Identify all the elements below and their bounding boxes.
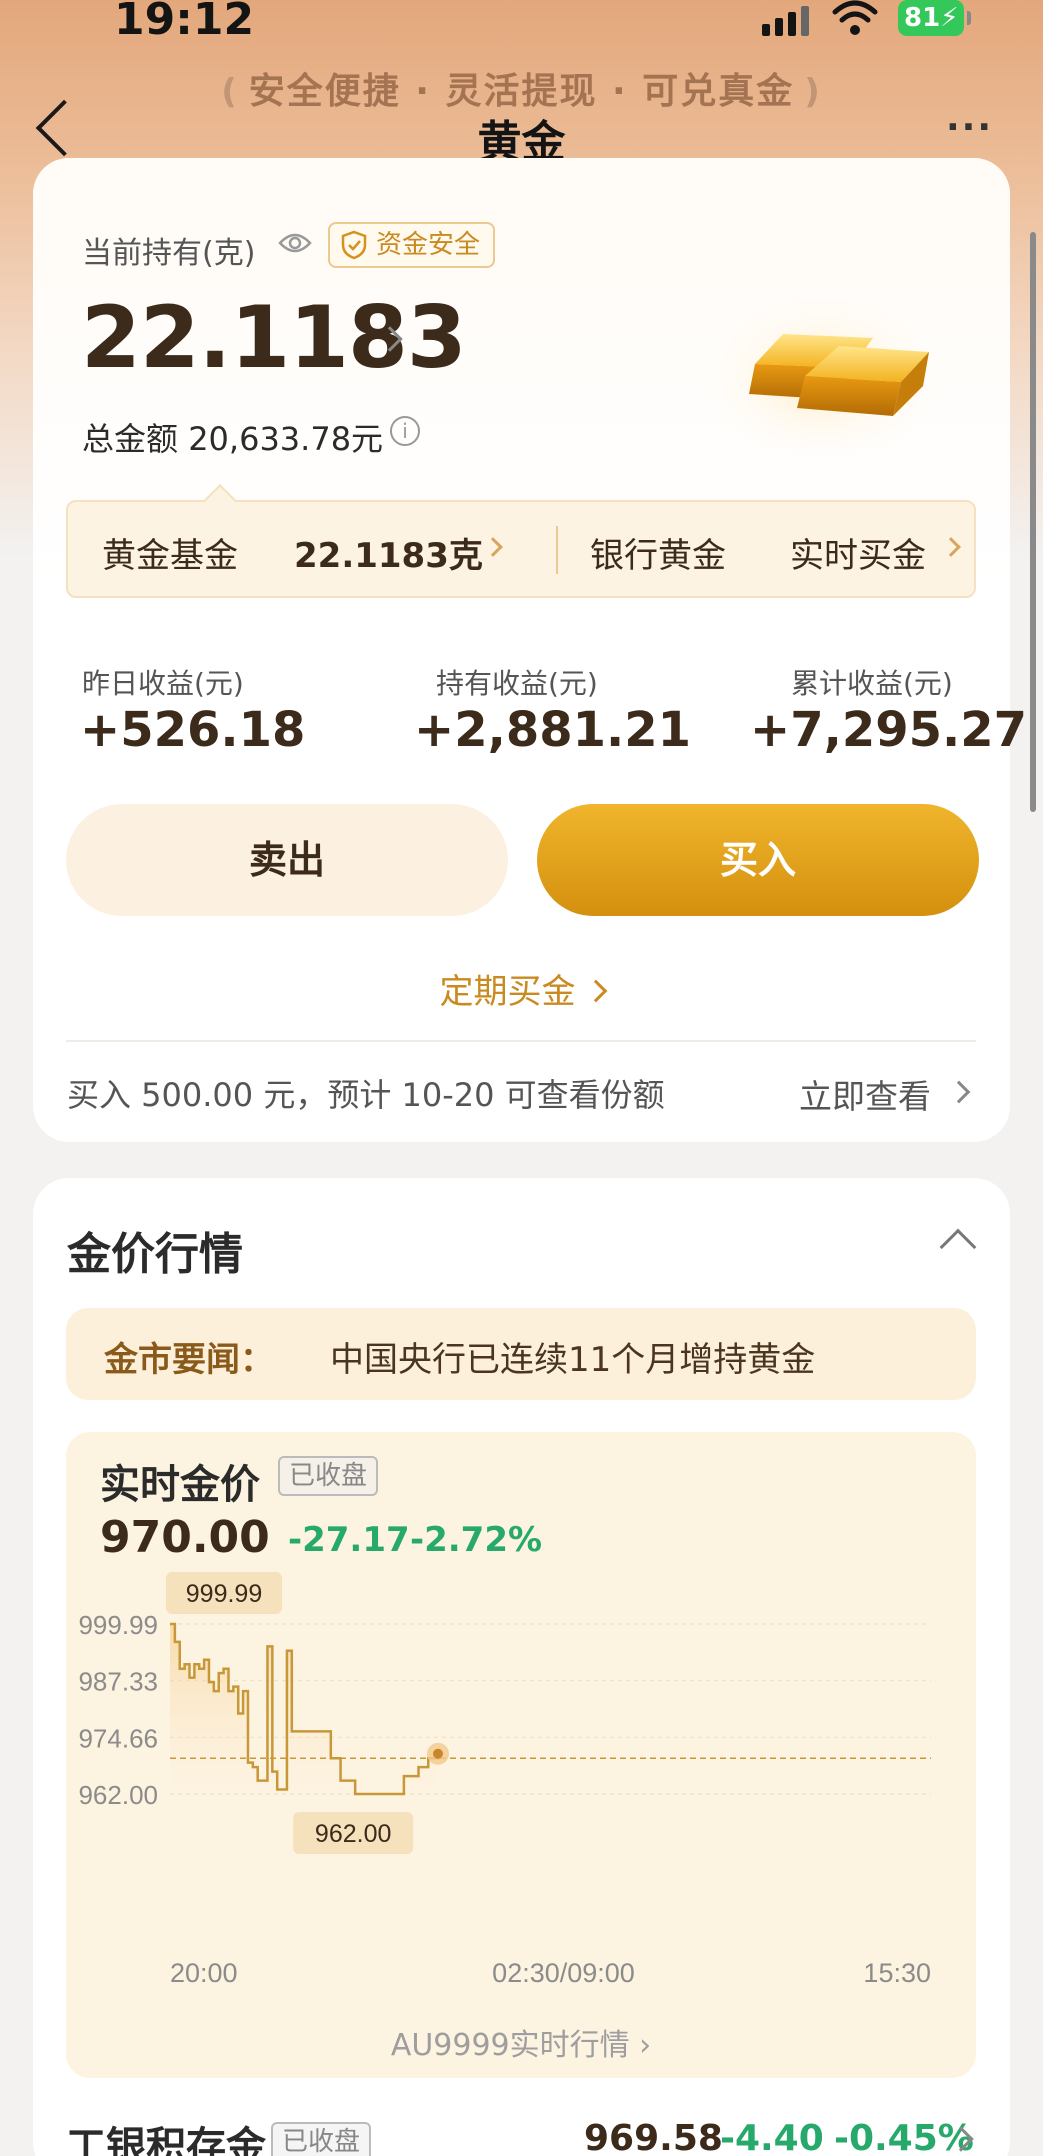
total-amount: 总金额 20,633.78元 — [82, 414, 383, 460]
buy-button[interactable]: 买入 — [537, 804, 979, 916]
realtime-price-chart-card: 实时金价 已收盘 970.00 -27.17 -2.72% 999.99 987.… — [66, 1432, 976, 2078]
min-price-label: 962.00 — [315, 1820, 391, 1848]
fund-label[interactable]: 黄金基金 — [102, 528, 238, 577]
cumulative-profit-label: 累计收益(元) — [791, 667, 953, 700]
buy-note: 买入 500.00 元，预计 10-20 可查看份额 — [67, 1076, 665, 1114]
wifi-icon — [832, 0, 878, 35]
x-tick-label: 02:30/09:00 — [492, 1958, 635, 1988]
funds-safe-badge[interactable]: 资金安全 — [328, 222, 495, 268]
check-now-link[interactable]: 立即查看 — [799, 1070, 931, 1118]
market-card: 金价行情 金市要闻： 中国央行已连续11个月增持黄金 实时金价 已收盘 970.… — [33, 1178, 1010, 2156]
info-icon[interactable]: i — [390, 416, 420, 446]
price-area — [170, 1624, 438, 1798]
funds-safe-label: 资金安全 — [376, 230, 481, 260]
cumulative-profit-value: +7,295.27 — [750, 702, 1028, 758]
yesterday-profit-label: 昨日收益(元) — [82, 667, 244, 700]
market-closed-badge: 已收盘 — [278, 1456, 378, 1496]
more-options-icon[interactable]: ··· — [946, 110, 993, 146]
chevron-right-icon[interactable] — [483, 537, 503, 557]
holding-profit-value: +2,881.21 — [414, 702, 692, 758]
eye-icon[interactable] — [278, 230, 312, 256]
holding-profit-label: 持有收益(元) — [436, 667, 598, 700]
regular-investment-link[interactable]: 定期买金 — [33, 964, 1010, 1013]
icbc-gold-row[interactable]: 工银积存金 已收盘 969.58 -4.40 -0.45% — [66, 2114, 1010, 2156]
market-section-title: 金价行情 — [67, 1229, 243, 1280]
status-bar: 19:12 81⚡ — [0, 0, 1043, 45]
chart-title: 实时金价 — [100, 1462, 260, 1508]
news-text: 中国央行已连续11个月增持黄金 — [330, 1340, 816, 1380]
x-tick-label: 15:30 — [863, 1958, 931, 1988]
scrollbar[interactable] — [1030, 232, 1036, 812]
battery-icon: 81⚡ — [898, 0, 971, 36]
market-news-banner[interactable]: 金市要闻： 中国央行已连续11个月增持黄金 — [66, 1308, 976, 1400]
gold-price: 970.00 — [100, 1512, 270, 1563]
battery-level: 81 — [904, 3, 941, 33]
shield-icon — [341, 230, 367, 260]
yesterday-profit-value: +526.18 — [80, 702, 306, 758]
divider — [556, 526, 558, 574]
icbc-closed-badge: 已收盘 — [271, 2122, 371, 2156]
total-label: 总金额 — [82, 420, 179, 458]
gold-bar-icon — [693, 288, 953, 468]
fund-value[interactable]: 22.1183克 — [294, 528, 483, 577]
max-price-label: 999.99 — [186, 1580, 262, 1608]
news-label: 金市要闻： — [104, 1340, 274, 1380]
au9999-realtime-label: AU9999实时行情 — [390, 2028, 630, 2063]
price-line-chart[interactable]: 999.99 987.33 974.66 962.00 20:00 02:30/09:0… — [66, 1562, 976, 1992]
icbc-change: -4.40 — [720, 2118, 824, 2156]
sell-button[interactable]: 卖出 — [66, 804, 508, 916]
holding-card: 当前持有(克) 资金安全 22.1183 总金额 20,633.78元 i 黄金… — [33, 158, 1027, 1142]
status-time: 19:12 — [114, 0, 255, 45]
regular-investment-label: 定期买金 — [439, 972, 576, 1012]
total-value: 20,633.78元 — [188, 420, 384, 458]
price-change: -27.17 — [288, 1520, 410, 1560]
chevron-up-icon[interactable] — [939, 1228, 977, 1266]
y-tick-label: 974.66 — [78, 1723, 158, 1753]
chevron-right-icon[interactable] — [941, 537, 961, 557]
holding-grams[interactable]: 22.1183 — [81, 288, 467, 388]
y-tick-label: 962.00 — [78, 1780, 158, 1810]
realtime-buy-label[interactable]: 实时买金 — [790, 528, 926, 577]
y-tick-label: 999.99 — [78, 1610, 158, 1640]
cellular-signal-icon — [762, 4, 812, 36]
holdings-breakdown: 黄金基金 22.1183克 银行黄金 实时买金 — [66, 484, 976, 598]
icbc-gold-name: 工银积存金 — [66, 2124, 266, 2156]
price-change-percent: -2.72% — [410, 1520, 543, 1560]
bank-gold-label[interactable]: 银行黄金 — [590, 528, 726, 577]
holding-label: 当前持有(克) — [82, 236, 256, 271]
chevron-right-icon[interactable] — [947, 1080, 971, 1104]
au9999-realtime-link[interactable]: AU9999实时行情 › — [66, 2020, 976, 2064]
divider — [66, 1040, 976, 1042]
chevron-right-icon — [584, 979, 607, 1003]
x-tick-label: 20:00 — [170, 1958, 238, 1988]
y-tick-label: 987.33 — [78, 1667, 158, 1697]
current-point — [433, 1748, 443, 1759]
icbc-price: 969.58 — [584, 2118, 723, 2156]
